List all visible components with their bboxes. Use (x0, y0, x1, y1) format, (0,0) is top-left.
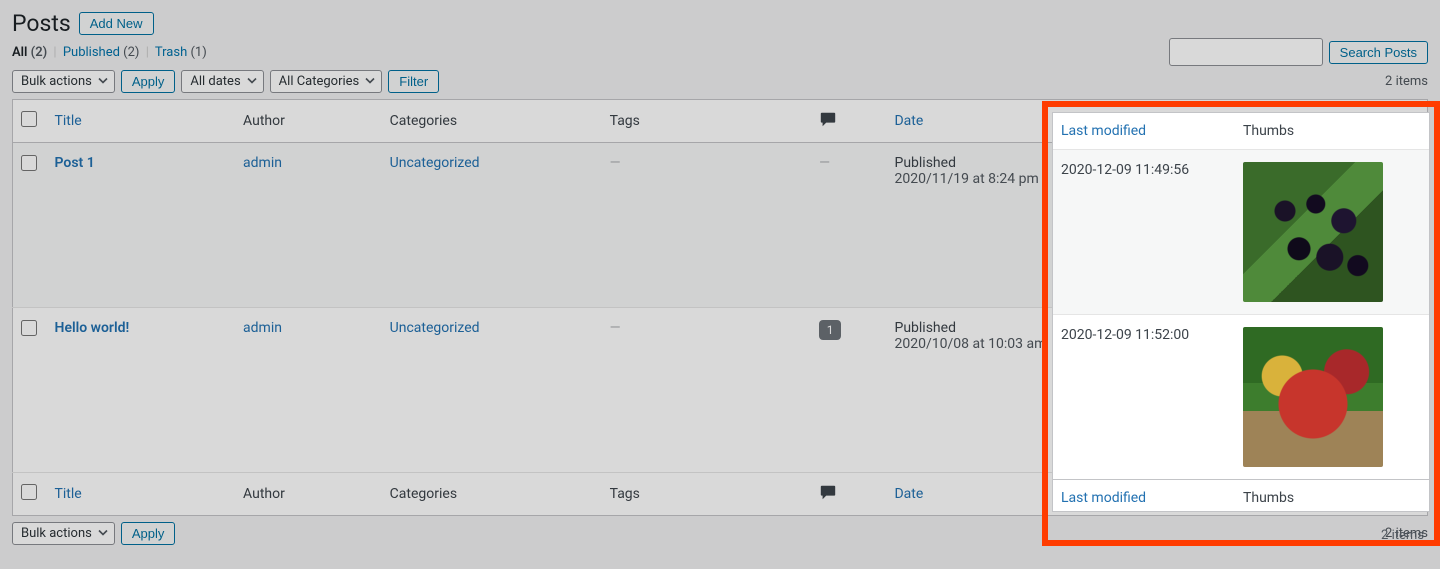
post-title-link[interactable]: Post 1 (55, 155, 95, 171)
page-title: Posts (12, 10, 71, 37)
categories-select[interactable]: All Categories (270, 70, 383, 93)
apply-button-bottom[interactable]: Apply (121, 522, 176, 545)
col-author: Author (235, 100, 382, 143)
modified-text: 2020-12-09 11:52:00 (1061, 327, 1189, 343)
post-title-link[interactable]: Hello world! (55, 320, 130, 336)
filter-all[interactable]: All (2) (12, 45, 47, 60)
tags-cell: — (610, 155, 621, 171)
items-count-bottom-bright: 2 items (1381, 528, 1424, 543)
col-date-foot[interactable]: Date (886, 473, 1075, 516)
date-text: 2020/10/08 at 10:03 am (894, 336, 1067, 352)
comments-count-bubble[interactable]: 1 (819, 320, 841, 340)
comment-icon (819, 116, 837, 132)
col-last-modified-foot[interactable]: Last modified (1053, 480, 1235, 513)
col-tags-foot: Tags (602, 473, 811, 516)
chevron-down-icon (98, 74, 108, 89)
author-link[interactable]: admin (243, 155, 282, 171)
col-last-modified[interactable]: Last modified (1053, 113, 1235, 150)
chevron-down-icon (98, 526, 108, 541)
row-checkbox[interactable] (21, 155, 37, 171)
col-tags: Tags (602, 100, 811, 143)
filter-published[interactable]: Published (2) (63, 45, 140, 60)
comment-icon (819, 489, 837, 505)
dates-select[interactable]: All dates (181, 70, 263, 93)
category-link[interactable]: Uncategorized (390, 320, 480, 336)
filter-button[interactable]: Filter (388, 70, 439, 93)
comments-cell: — (819, 155, 830, 171)
col-title-foot[interactable]: Title (47, 473, 236, 516)
bulk-actions-select-bottom[interactable]: Bulk actions (12, 522, 115, 545)
col-comments-foot (811, 473, 886, 516)
chevron-down-icon (247, 74, 257, 89)
search-input[interactable] (1169, 38, 1323, 66)
modified-text: 2020-12-09 11:49:56 (1061, 162, 1189, 178)
chevron-down-icon (365, 74, 375, 89)
table-row: 2020-12-09 11:52:00 (1053, 315, 1429, 480)
thumbnail-image (1243, 327, 1383, 467)
add-new-button[interactable]: Add New (79, 12, 154, 35)
highlighted-columns-panel: Last modified Thumbs 2020-12-09 11:49:56… (1052, 112, 1430, 512)
search-posts-button[interactable]: Search Posts (1329, 41, 1428, 64)
category-link[interactable]: Uncategorized (390, 155, 480, 171)
date-text: 2020/11/19 at 8:24 pm (894, 171, 1067, 187)
status-text: Published (894, 320, 1067, 336)
col-title[interactable]: Title (47, 100, 236, 143)
items-count-top: 2 items (1385, 74, 1428, 89)
col-comments (811, 100, 886, 143)
table-row: 2020-12-09 11:49:56 (1053, 150, 1429, 315)
col-author-foot: Author (235, 473, 382, 516)
col-categories-foot: Categories (382, 473, 602, 516)
select-all-top[interactable] (21, 111, 37, 127)
col-date[interactable]: Date (886, 100, 1075, 143)
status-text: Published (894, 155, 1067, 171)
tags-cell: — (610, 320, 621, 336)
row-checkbox[interactable] (21, 320, 37, 336)
col-categories: Categories (382, 100, 602, 143)
col-thumbs: Thumbs (1235, 113, 1429, 150)
bulk-actions-select[interactable]: Bulk actions (12, 70, 115, 93)
apply-button-top[interactable]: Apply (121, 70, 176, 93)
col-thumbs-foot: Thumbs (1235, 480, 1429, 513)
select-all-bottom[interactable] (21, 484, 37, 500)
filter-trash[interactable]: Trash (1) (155, 45, 207, 60)
thumbnail-image (1243, 162, 1383, 302)
author-link[interactable]: admin (243, 320, 282, 336)
